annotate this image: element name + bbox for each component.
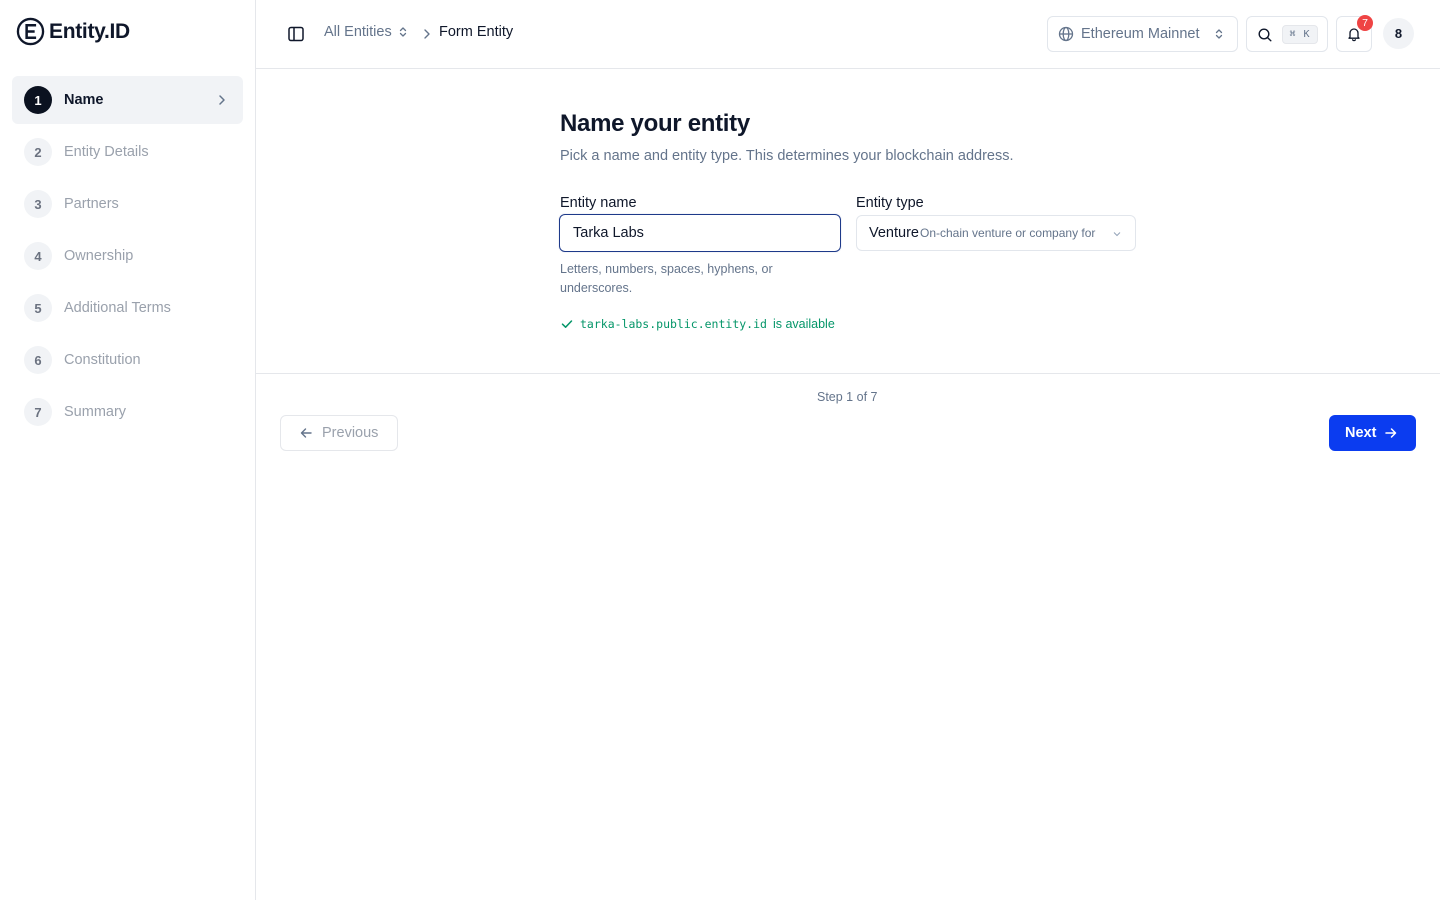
step-number: 4 (24, 242, 52, 270)
step-label: Additional Terms (64, 300, 171, 316)
availability-id: tarka-labs.public.entity.id (580, 317, 767, 331)
step-number: 5 (24, 294, 52, 322)
step-partners[interactable]: 3 Partners (12, 180, 243, 228)
breadcrumb-all-entities[interactable]: All Entities (324, 24, 410, 40)
step-ownership[interactable]: 4 Ownership (12, 232, 243, 280)
availability-text: is available (772, 317, 835, 331)
chevrons-up-down-icon (399, 27, 406, 37)
entity-name-hint: Letters, numbers, spaces, hyphens, or un… (560, 262, 773, 295)
section-divider (256, 373, 1440, 374)
breadcrumb-all-label: All Entities (324, 24, 392, 40)
step-label: Name (64, 92, 104, 108)
step-counter: Step 1 of 7 (817, 390, 878, 404)
availability-status: tarka-labs.public.entity.id is available (560, 317, 835, 331)
top-header: All Entities Form Entity Ethereum Mainne… (256, 0, 1440, 69)
search-icon (1258, 28, 1272, 42)
steps-nav: 1 Name 2 Entity Details 3 Partners 4 Own… (12, 76, 243, 440)
next-label: Next (1345, 425, 1377, 441)
step-additional-terms[interactable]: 5 Additional Terms (12, 284, 243, 332)
step-name[interactable]: 1 Name (12, 76, 243, 124)
step-label: Constitution (64, 352, 141, 368)
step-entity-details[interactable]: 2 Entity Details (12, 128, 243, 176)
step-number: 6 (24, 346, 52, 374)
step-label: Summary (64, 404, 127, 420)
search-shortcut: ⌘ K (1282, 25, 1318, 44)
chevron-right-icon (219, 95, 225, 105)
search-button[interactable]: ⌘ K (1246, 16, 1328, 52)
sidebar: Entity.ID 1 Name 2 Entity Details 3 Part… (0, 0, 256, 900)
network-label: Ethereum Mainnet (1081, 26, 1200, 42)
sidebar-toggle-icon[interactable] (287, 25, 305, 43)
chevrons-up-down-icon (1215, 29, 1223, 39)
step-constitution[interactable]: 6 Constitution (12, 336, 243, 384)
globe-icon (1058, 26, 1074, 42)
page-title: Name your entity (560, 110, 750, 137)
step-number: 3 (24, 190, 52, 218)
arrow-left-icon (300, 428, 312, 438)
avatar[interactable]: 8 (1383, 18, 1414, 49)
page-subtitle: Pick a name and entity type. This determ… (560, 148, 1014, 164)
check-icon (561, 320, 573, 328)
entity-type-select[interactable]: Venture On-chain venture or company for (856, 215, 1136, 251)
entity-type-description: On-chain venture or company for (920, 226, 1096, 240)
step-label: Entity Details (64, 144, 149, 160)
entity-name-label: Entity name (560, 195, 637, 211)
network-selector[interactable]: Ethereum Mainnet (1047, 16, 1238, 52)
logo[interactable]: Entity.ID (16, 17, 130, 46)
step-number: 7 (24, 398, 52, 426)
notification-badge: 7 (1357, 15, 1373, 31)
entity-name-input[interactable] (559, 214, 841, 252)
next-button[interactable]: Next (1329, 415, 1416, 451)
step-label: Ownership (64, 248, 134, 264)
entity-logo-icon (16, 17, 45, 46)
chevron-down-icon (1113, 232, 1121, 237)
previous-label: Previous (322, 425, 379, 441)
entity-type-value: Venture (869, 225, 919, 241)
brand-name: Entity.ID (49, 19, 130, 43)
breadcrumb-current: Form Entity (439, 24, 514, 40)
breadcrumb-separator-icon (424, 29, 430, 39)
entity-type-label: Entity type (856, 195, 924, 211)
arrow-right-icon (1385, 428, 1397, 438)
step-number: 2 (24, 138, 52, 166)
step-label: Partners (64, 196, 119, 212)
step-number: 1 (24, 86, 52, 114)
previous-button[interactable]: Previous (280, 415, 398, 451)
step-summary[interactable]: 7 Summary (12, 388, 243, 436)
